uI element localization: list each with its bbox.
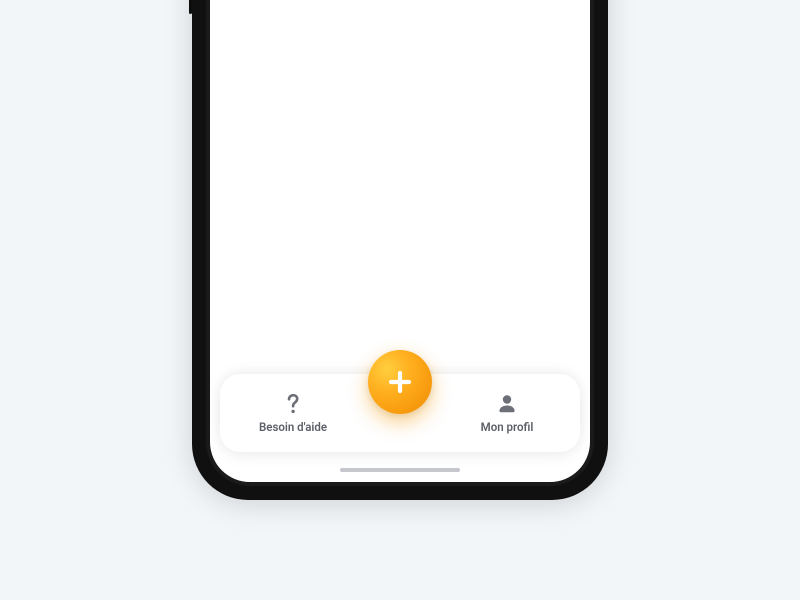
question-icon — [281, 392, 305, 416]
home-indicator[interactable] — [340, 468, 460, 472]
user-icon — [495, 392, 519, 416]
tab-profile[interactable]: Mon profil — [462, 392, 552, 434]
screen: Besoin d'aide Mon profil — [210, 0, 590, 482]
tab-help[interactable]: Besoin d'aide — [248, 392, 338, 434]
phone-frame: Besoin d'aide Mon profil — [192, 0, 608, 500]
phone-side-button — [189, 0, 192, 14]
tab-profile-label: Mon profil — [481, 420, 534, 434]
plus-icon — [385, 367, 415, 397]
phone-bezel: Besoin d'aide Mon profil — [206, 0, 594, 486]
tab-help-label: Besoin d'aide — [259, 420, 327, 434]
add-button[interactable] — [368, 350, 432, 414]
